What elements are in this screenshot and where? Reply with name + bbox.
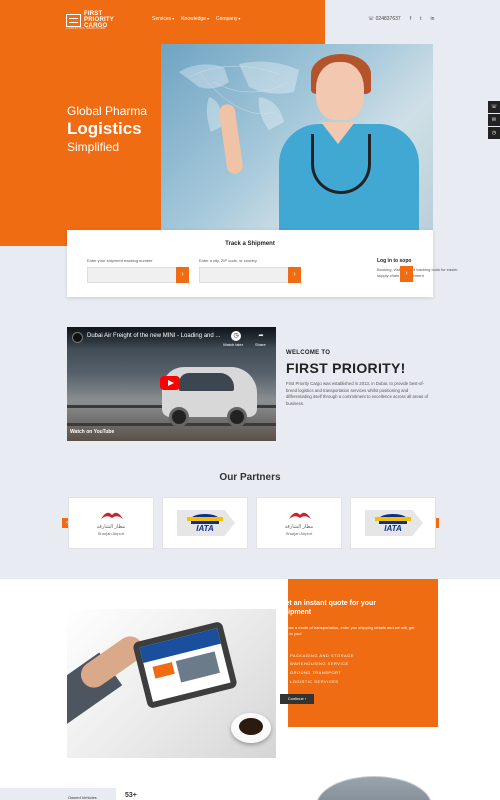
phone-link[interactable]: ☏ 024837637 [368, 16, 401, 22]
quote-option[interactable]: GROUND TRANSPORT [280, 668, 354, 677]
watch-on-youtube[interactable]: Watch on YouTube [70, 429, 114, 435]
phone-icon[interactable]: ☏ [488, 101, 500, 113]
facebook-icon[interactable]: f [410, 16, 411, 22]
partner-card-sharjah[interactable]: مطار الشارقة Sharjah Airport [68, 497, 154, 549]
tablet-graphic [132, 620, 238, 710]
stats-strip [0, 788, 116, 800]
partner-name: IATA [196, 524, 214, 533]
hero-line3: Simplified [67, 140, 120, 154]
nav-services[interactable]: Services▾ [152, 16, 174, 22]
welcome-eyebrow: WELCOME TO [286, 350, 331, 356]
play-icon[interactable] [160, 376, 180, 390]
partner-arabic-name: مطار الشارقة [284, 524, 314, 530]
share-label: Share [255, 342, 266, 347]
nav-knowledge[interactable]: Knowledge▾ [181, 16, 209, 22]
radio-button[interactable] [280, 661, 285, 667]
sharjah-logo [289, 512, 311, 519]
quote-options: PACKAGING AND STORAGE WAREHOUSING SERVIC… [280, 651, 354, 685]
location-input[interactable] [199, 267, 289, 283]
watch-later-label: Watch later [223, 342, 244, 347]
linkedin-icon[interactable]: in [430, 16, 434, 22]
mail-icon[interactable]: ✉ [488, 114, 500, 126]
chevron-down-icon: ▾ [238, 16, 241, 21]
hero-title: Global Pharma Logistics Simplified [67, 104, 147, 154]
quote-text: Choose a mode of transportation, enter y… [280, 625, 415, 636]
partner-card-iata[interactable]: IATA [350, 497, 436, 549]
partners-heading: Our Partners [219, 472, 281, 483]
nav-company[interactable]: Company▾ [216, 16, 240, 22]
logo-tagline: LOGISTICS SIMPLIFIED [66, 26, 106, 30]
tablet-photo [67, 609, 276, 758]
radio-button[interactable] [280, 669, 285, 675]
continue-button[interactable]: Continue › [280, 694, 314, 704]
tracking-number-label: Enter your shipment tracking number [87, 258, 153, 263]
floating-contact-bar: ☏ ✉ ◷ [488, 101, 500, 140]
radio-button[interactable] [280, 652, 285, 658]
location-label: Enter a city, ZIP code, or country [199, 258, 257, 263]
clock-icon[interactable]: ◷ [488, 127, 500, 139]
hero-image [161, 44, 433, 232]
hero-line2: Logistics [67, 119, 142, 138]
partner-name: IATA [384, 524, 402, 533]
welcome-heading: FIRST PRIORITY! [286, 360, 406, 376]
wheel-graphic [227, 407, 247, 427]
stat-number: 53+ [125, 792, 137, 799]
face-graphic [316, 62, 364, 120]
partner-card-sharjah[interactable]: مطار الشارقة Sharjah Airport [256, 497, 342, 549]
partner-name: Sharjah Airport [97, 531, 125, 536]
welcome-text: First Priority Cargo was established in … [286, 381, 429, 406]
topbar-right: ☏ 024837637 f t in [368, 16, 434, 22]
location-go-button[interactable]: › [288, 267, 301, 283]
main-nav: Services▾ Knowledge▾ Company▾ [152, 16, 240, 22]
login-text: Booking, visibility and tracking tools f… [377, 267, 458, 278]
quote-option[interactable]: LOGISTIC SERVICES [280, 677, 354, 686]
partner-card-iata[interactable]: IATA [162, 497, 248, 549]
chevron-down-icon: ▾ [172, 16, 175, 21]
tracking-go-button[interactable]: › [176, 267, 189, 283]
quote-option[interactable]: PACKAGING AND STORAGE [280, 651, 354, 660]
clock-icon[interactable]: ◷ [231, 331, 241, 341]
track-title: Track a Shipment [225, 241, 275, 247]
video-title[interactable]: Dubai Air Freight of the new MINI - Load… [87, 333, 220, 339]
social-links: f t in [410, 16, 435, 22]
logo-icon [66, 13, 81, 27]
wheel-graphic [169, 407, 189, 427]
login-title[interactable]: Log in to sopo [377, 258, 411, 264]
hero-line1: Global Pharma [67, 104, 148, 118]
partner-arabic-name: مطار الشارقة [96, 524, 126, 530]
stethoscope-graphic [311, 134, 371, 194]
quote-heading: Get an instant quote for your shipment [280, 600, 377, 616]
radio-button[interactable] [280, 678, 285, 684]
quote-option[interactable]: WAREHOUSING SERVICE [280, 660, 354, 669]
login-go-button[interactable]: › [400, 266, 413, 282]
sharjah-logo [101, 512, 123, 519]
stat-label: Owned Vehicles [68, 795, 97, 800]
channel-avatar[interactable] [72, 332, 83, 343]
world-map-graphic [179, 61, 299, 132]
share-icon[interactable]: ➦ [256, 331, 266, 341]
twitter-icon[interactable]: t [420, 16, 421, 22]
partner-name: Sharjah Airport [285, 531, 313, 536]
tracking-number-input[interactable] [87, 267, 177, 283]
chevron-down-icon: ▾ [206, 16, 209, 21]
car-window-graphic [179, 373, 234, 391]
track-shipment-card: Track a Shipment Enter your shipment tra… [67, 230, 458, 297]
phone-icon: ☏ [368, 16, 375, 22]
